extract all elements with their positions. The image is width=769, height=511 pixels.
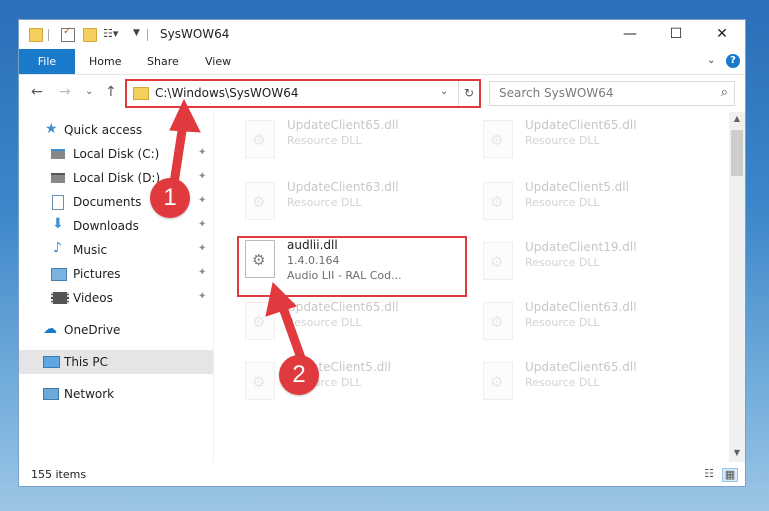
arrow-1-head [169, 98, 201, 133]
callout-badge-1: 1 [150, 178, 190, 218]
annotation-arrows [169, 98, 306, 363]
callout-badge-2: 2 [279, 355, 319, 395]
arrow-2-head [265, 281, 297, 317]
